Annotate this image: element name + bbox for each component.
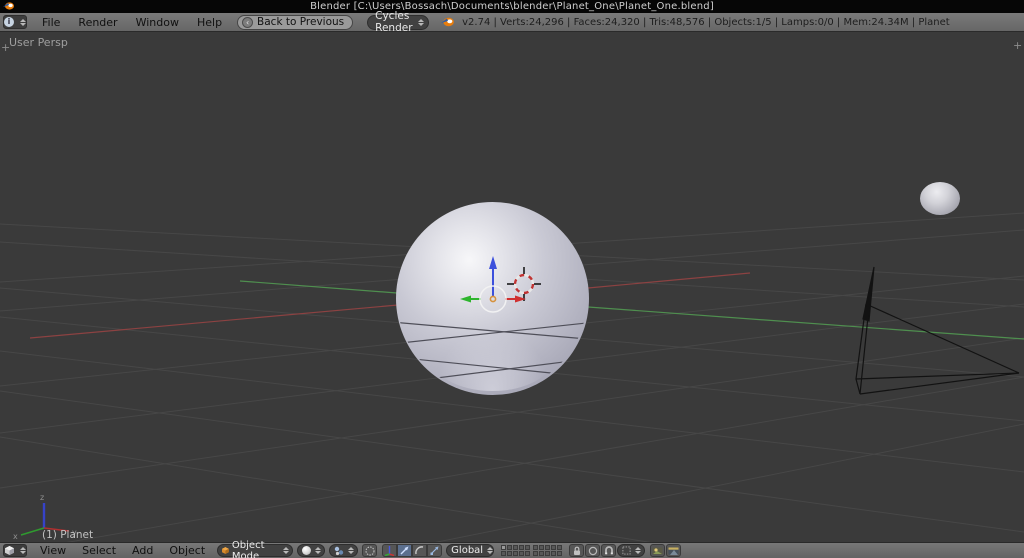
3d-view-header: View Select Add Object Object Mode Globa… — [0, 540, 1024, 558]
layer-button[interactable] — [545, 551, 551, 556]
layer-button[interactable] — [507, 545, 513, 550]
layer-button[interactable] — [557, 551, 563, 556]
chevron-updown-icon — [635, 547, 642, 554]
render-animation-icon — [668, 547, 679, 555]
layer-button[interactable] — [519, 545, 525, 550]
view-mode-label: User Persp — [9, 36, 68, 49]
info-editor-icon: i — [4, 17, 14, 27]
chevron-updown-icon — [418, 18, 425, 26]
layer-group-2[interactable] — [533, 545, 563, 556]
interaction-mode-value: Object Mode — [231, 539, 265, 558]
transform-orientation-value: Global — [451, 545, 484, 556]
scene-lock-toggle[interactable] — [569, 544, 585, 557]
chevron-updown-icon — [283, 547, 290, 554]
magnet-icon — [604, 545, 613, 554]
editor-type-selector[interactable]: i — [3, 15, 27, 29]
blender-logo-icon — [441, 16, 455, 28]
layer-button[interactable] — [525, 551, 531, 556]
center-points-icon — [365, 546, 375, 555]
menu-file[interactable]: File — [33, 16, 69, 29]
axes-icon — [384, 546, 395, 556]
proportional-edit-icon — [588, 546, 597, 555]
layer-button[interactable] — [513, 545, 519, 550]
scale-manipulator-toggle[interactable] — [427, 544, 443, 557]
layer-button[interactable] — [539, 545, 545, 550]
chevron-updown-icon — [19, 547, 26, 554]
menu-select[interactable]: Select — [74, 544, 124, 557]
blender-logo-icon — [3, 1, 15, 11]
scale-icon — [430, 546, 439, 555]
layer-button[interactable] — [501, 545, 507, 550]
back-to-previous-button[interactable]: ‹ Back to Previous — [237, 14, 354, 30]
menu-view[interactable]: View — [32, 544, 74, 557]
layer-button[interactable] — [539, 551, 545, 556]
proportional-edit-select[interactable] — [585, 544, 601, 557]
pivot-median-icon — [334, 546, 344, 555]
menu-help[interactable]: Help — [188, 16, 231, 29]
chevron-updown-icon — [348, 547, 355, 554]
manipulator-toggle-group — [382, 544, 443, 557]
layer-button[interactable] — [533, 545, 539, 550]
window-title: Blender [C:\Users\Bossach\Documents\blen… — [310, 1, 714, 12]
manipulator-axes-toggle[interactable] — [382, 544, 398, 557]
editor-type-selector[interactable] — [3, 544, 27, 557]
active-object-label: (1) Planet — [42, 529, 94, 541]
pivot-point-select[interactable] — [329, 544, 359, 557]
chevron-updown-icon — [20, 18, 26, 26]
interaction-mode-select[interactable]: Object Mode — [217, 540, 294, 558]
properties-expand-button[interactable]: + — [1013, 40, 1022, 51]
chevron-updown-icon — [315, 547, 322, 554]
rotate-manipulator-toggle[interactable] — [412, 544, 428, 557]
3d-viewport[interactable]: y x z User Persp (1) Planet + + — [0, 32, 1024, 542]
viewport-shading-select[interactable] — [297, 544, 326, 557]
viewport-widgets: y x z — [13, 256, 541, 541]
gizmo-z-label: z — [40, 493, 44, 502]
manipulator-x-arrow[interactable] — [460, 295, 471, 303]
solid-shading-icon — [302, 546, 312, 555]
opengl-render-still-button[interactable] — [650, 544, 666, 557]
menu-add[interactable]: Add — [124, 544, 161, 557]
opengl-render-anim-button[interactable] — [666, 544, 682, 557]
translate-icon — [400, 546, 409, 555]
menu-window[interactable]: Window — [127, 16, 188, 29]
snap-increment-icon — [622, 546, 631, 555]
manipulate-center-points-toggle[interactable] — [362, 544, 378, 557]
layers-widget — [501, 545, 563, 556]
render-engine-select[interactable]: Cycles Render — [367, 10, 430, 34]
info-editor-header: i File Render Window Help ‹ Back to Prev… — [0, 10, 1024, 34]
toolshelf-expand-button[interactable]: + — [1, 42, 10, 53]
back-to-previous-label: Back to Previous — [257, 16, 345, 28]
layer-button[interactable] — [519, 551, 525, 556]
3d-cursor[interactable] — [507, 267, 541, 301]
translate-manipulator-toggle[interactable] — [397, 544, 413, 557]
object-mode-icon — [222, 547, 229, 554]
transform-orientation-select[interactable]: Global — [446, 544, 495, 557]
back-arrow-icon: ‹ — [242, 16, 254, 28]
layer-button[interactable] — [551, 545, 557, 550]
chevron-updown-icon — [487, 547, 494, 554]
render-engine-value: Cycles Render — [375, 10, 413, 34]
manipulator-z-arrow[interactable] — [489, 256, 497, 269]
scene-stats: v2.74 | Verts:24,296 | Faces:24,320 | Tr… — [462, 16, 950, 28]
layer-button[interactable] — [545, 545, 551, 550]
layer-button[interactable] — [525, 545, 531, 550]
layer-button[interactable] — [557, 545, 563, 550]
lock-icon — [573, 546, 580, 555]
gizmo-y-label: x — [13, 532, 18, 541]
layer-button[interactable] — [501, 551, 507, 556]
menu-object[interactable]: Object — [161, 544, 213, 557]
render-image-icon — [652, 547, 663, 554]
layer-button[interactable] — [507, 551, 513, 556]
layer-group-1[interactable] — [501, 545, 531, 556]
layer-button[interactable] — [513, 551, 519, 556]
menu-render[interactable]: Render — [69, 16, 126, 29]
window-title-bar: Blender [C:\Users\Bossach\Documents\blen… — [0, 0, 1024, 13]
layer-button[interactable] — [533, 551, 539, 556]
layer-button[interactable] — [551, 551, 557, 556]
snap-element-select[interactable] — [617, 544, 646, 557]
rotate-icon — [415, 546, 424, 555]
3d-view-editor-icon — [4, 546, 14, 555]
snap-toggle[interactable] — [601, 544, 617, 557]
object-origin-dot — [489, 295, 497, 303]
